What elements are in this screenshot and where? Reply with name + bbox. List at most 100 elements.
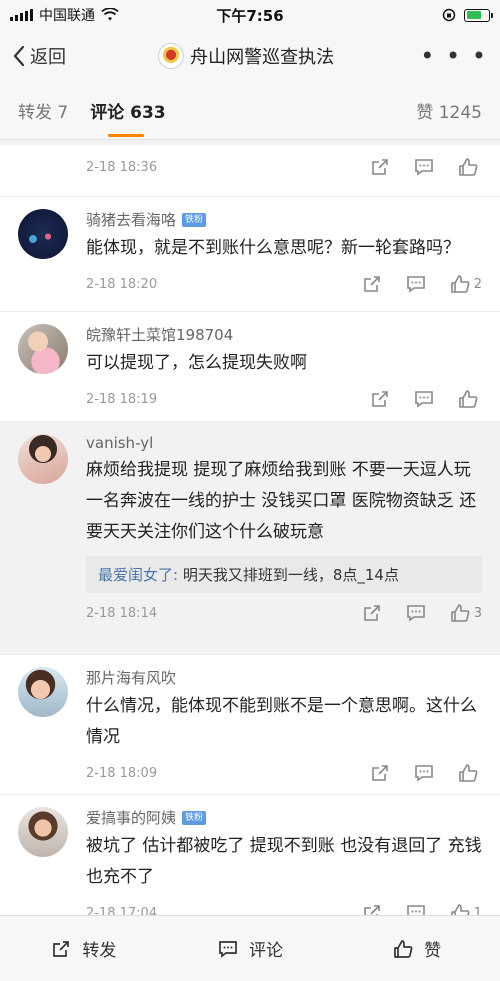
comment-text: 被坑了 估计都被吃了 提现不到账 也没有退回了 充钱也充不了: [86, 836, 482, 887]
tab-comments[interactable]: 评论 633: [90, 98, 166, 137]
reply-action[interactable]: [413, 762, 435, 784]
username-text: 骑猪去看海咯: [86, 211, 177, 229]
share-icon: [363, 605, 380, 621]
more-button[interactable]: • • •: [420, 42, 488, 70]
reply-action[interactable]: [405, 602, 427, 624]
comment-item: 那片海有风吹 什么情况，能体现不能到账不是一个意思啊。这什么情况 2-18 18…: [0, 655, 500, 795]
avatar[interactable]: [18, 434, 68, 484]
thumbs-up-icon: [459, 390, 478, 408]
reply-username[interactable]: 最爱闺女了:: [98, 566, 178, 584]
share-icon: [372, 159, 388, 175]
comment-actions: [369, 156, 482, 178]
share-icon: [372, 765, 388, 781]
thumbs-up-icon: [459, 764, 478, 782]
username-text: 那片海有风吹: [86, 669, 177, 687]
comment-icon: [406, 276, 425, 293]
repost-action[interactable]: [369, 156, 391, 178]
like-action[interactable]: [457, 156, 482, 178]
comment-label: 评论: [249, 941, 283, 961]
orientation-lock-icon: [442, 8, 456, 22]
comment-feed[interactable]: 2-18 18:36 骑猪去看海咯 铁粉 能体现，就是不到账什么意思呢？新一轮套…: [0, 145, 500, 915]
reply-action[interactable]: [405, 273, 427, 295]
like-count: 3: [473, 605, 482, 621]
status-left: 中国联通: [10, 5, 200, 25]
like-action[interactable]: [457, 388, 482, 410]
comment-actions: 3: [361, 602, 482, 624]
avatar[interactable]: [18, 807, 68, 857]
comment-username[interactable]: 骑猪去看海咯 铁粉: [86, 197, 482, 230]
comment-time: 2-18 18:19: [86, 391, 158, 407]
like-action[interactable]: 3: [449, 602, 482, 624]
reply-preview[interactable]: 最爱闺女了: 明天我又排班到一线，8点_14点: [86, 556, 482, 593]
comment-meta: 2-18 17:04 1: [86, 893, 482, 915]
comment-time: 2-18 18:36: [86, 159, 158, 175]
comment-text: 可以提现了，怎么提现失败啊: [86, 353, 307, 373]
comment-icon: [219, 940, 237, 958]
fan-badge: 铁粉: [182, 212, 207, 227]
comment-username[interactable]: vanish-yl: [86, 422, 482, 452]
comment-time: 2-18 18:14: [86, 605, 158, 621]
comment-item: 骑猪去看海咯 铁粉 能体现，就是不到账什么意思呢？新一轮套路吗？ 2-18 18…: [0, 197, 500, 312]
avatar[interactable]: [18, 209, 68, 259]
comment-username[interactable]: 爱搞事的阿姨 铁粉: [86, 795, 482, 828]
comment-time: 2-18 18:20: [86, 276, 158, 292]
page-title-text: 舟山网警巡查执法: [190, 47, 335, 68]
page-title: 舟山网警巡查执法: [132, 43, 360, 69]
username-text: 爱搞事的阿姨: [86, 809, 177, 827]
like-count: 1: [473, 905, 482, 916]
comment-icon: [415, 765, 433, 782]
comment-icon: [406, 605, 425, 622]
fan-badge: 铁粉: [182, 810, 207, 825]
comment-item: vanish-yl 麻烦给我提现 提现了麻烦给我到账 不要一天逗人玩 一名奔波在…: [0, 422, 500, 655]
tab-bar: 转发 7 评论 633 赞 1245: [0, 82, 500, 140]
comment-text: 能体现，就是不到账什么意思呢？新一轮套路吗？: [86, 238, 460, 258]
like-action[interactable]: 1: [449, 902, 482, 915]
carrier-label: 中国联通: [39, 8, 95, 24]
thumbs-up-icon: [394, 939, 413, 958]
status-right: [300, 8, 493, 22]
repost-button[interactable]: 转发: [0, 936, 167, 961]
avatar[interactable]: [18, 667, 68, 717]
comment-username[interactable]: 皖豫轩土菜馆198704: [86, 312, 482, 345]
repost-action[interactable]: [361, 602, 383, 624]
like-button[interactable]: 赞: [333, 936, 500, 961]
like-label: 赞: [424, 941, 442, 961]
back-button[interactable]: 返回: [12, 43, 132, 69]
reply-action[interactable]: [405, 902, 427, 915]
avatar[interactable]: [18, 324, 68, 374]
comment-meta: 2-18 18:36: [86, 145, 482, 185]
thumbs-up-icon: [450, 604, 470, 622]
thumbs-up-icon: [459, 158, 478, 176]
status-bar: 中国联通 下午7:56: [0, 0, 500, 30]
comment-icon: [415, 391, 433, 408]
battery-icon: [464, 8, 493, 22]
bottom-toolbar: 转发 评论 赞: [0, 915, 500, 981]
repost-action[interactable]: [361, 273, 383, 295]
reply-action[interactable]: [413, 388, 435, 410]
signal-icon: [10, 9, 33, 21]
repost-action[interactable]: [361, 902, 383, 915]
share-icon: [372, 391, 388, 407]
reply-action[interactable]: [413, 156, 435, 178]
username-text: vanish-yl: [86, 434, 154, 452]
chevron-left-icon: [13, 45, 25, 67]
comment-button[interactable]: 评论: [167, 936, 334, 961]
back-label: 返回: [30, 47, 66, 68]
comment-time: 2-18 18:09: [86, 765, 158, 781]
tab-likes[interactable]: 赞 1245: [416, 98, 482, 123]
comment-icon: [415, 159, 433, 176]
comment-text: 什么情况，能体现不能到账不是一个意思啊。这什么情况: [86, 696, 477, 747]
comment-actions: [369, 762, 482, 784]
like-action[interactable]: [457, 762, 482, 784]
share-icon: [363, 905, 380, 915]
thumbs-up-icon: [450, 904, 470, 915]
tab-reposts[interactable]: 转发 7: [18, 98, 68, 123]
comment-meta: 2-18 18:14 3: [86, 593, 482, 633]
police-badge-logo: [158, 43, 185, 69]
like-action[interactable]: 2: [449, 273, 482, 295]
comment-actions: [369, 388, 482, 410]
repost-action[interactable]: [369, 762, 391, 784]
comment-username[interactable]: 那片海有风吹: [86, 655, 482, 688]
repost-action[interactable]: [369, 388, 391, 410]
comment-meta: 2-18 18:19: [86, 379, 482, 419]
